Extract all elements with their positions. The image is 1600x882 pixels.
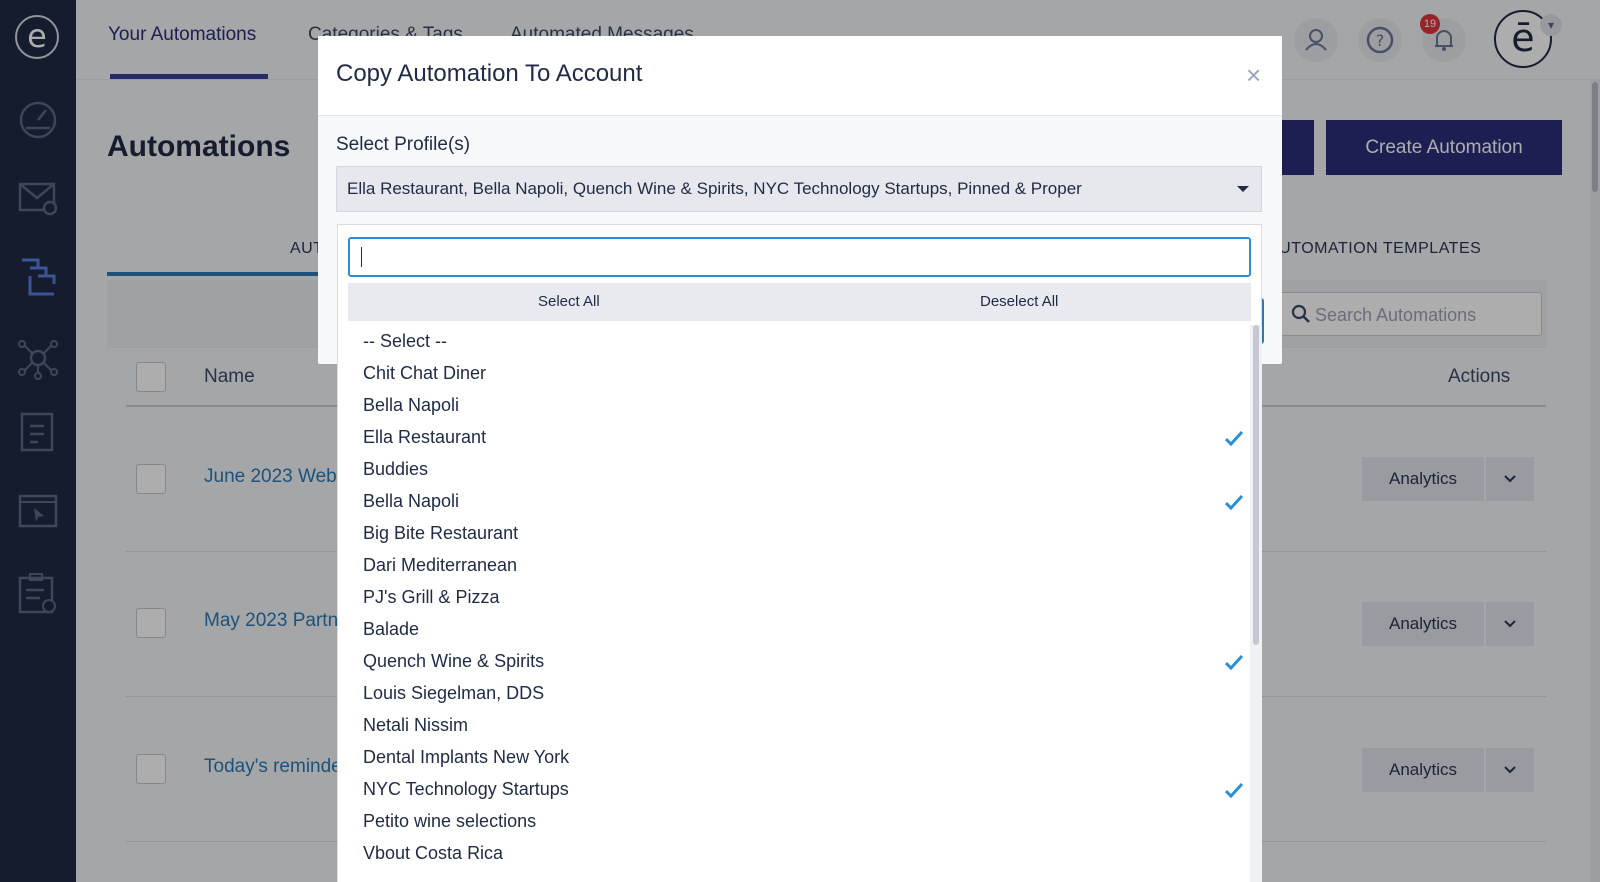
dropdown-option-label: Big Bite Restaurant [363,523,519,543]
close-icon[interactable]: × [1246,60,1261,91]
dropdown-option-label: Bella Napoli [363,395,460,415]
dropdown-option[interactable]: Bella Napoli [338,389,1250,421]
dropdown-actions-bar: Select All Deselect All [348,283,1251,321]
dropdown-option[interactable]: Dental Implants New York [338,741,1250,773]
dropdown-option-label: Dental Implants New York [363,747,570,767]
dropdown-option[interactable]: Big Bite Restaurant [338,517,1250,549]
text-cursor [361,247,362,267]
dropdown-option-label: Balade [363,619,420,639]
dropdown-option[interactable]: Buddies [338,453,1250,485]
dropdown-option[interactable]: -- Select -- [338,325,1250,357]
deselect-all-button[interactable]: Deselect All [980,293,1058,310]
dropdown-option-label: Louis Siegelman, DDS [363,683,545,703]
dropdown-option[interactable]: Ella Restaurant [338,421,1250,453]
checkmark-icon [1225,654,1243,670]
dropdown-option-label: Petito wine selections [363,811,537,831]
dropdown-option-label: Ella Restaurant [363,427,487,447]
modal-header: Copy Automation To Account × [318,36,1282,116]
dropdown-options-list: -- Select -- Chit Chat Diner Bella Napoli E… [338,325,1250,869]
dropdown-option[interactable]: Petito wine selections [338,805,1250,837]
checkmark-icon [1225,494,1243,510]
dropdown-option[interactable]: Louis Siegelman, DDS [338,677,1250,709]
dropdown-option[interactable]: Balade [338,613,1250,645]
select-all-button[interactable]: Select All [538,293,600,310]
dropdown-option-label: Bella Napoli [363,491,460,511]
dropdown-option-label: -- Select -- [363,331,448,351]
dropdown-option-label: Netali Nissim [363,715,469,735]
dropdown-option-label: Buddies [363,459,429,479]
dropdown-option[interactable]: NYC Technology Startups [338,773,1250,805]
dropdown-option[interactable]: Dari Mediterranean [338,549,1250,581]
dropdown-option-label: PJ's Grill & Pizza [363,587,500,607]
selected-profiles-text: Ella Restaurant, Bella Napoli, Quench Wi… [347,179,1082,198]
caret-down-icon [1237,186,1249,192]
dropdown-option[interactable]: Bella Napoli [338,485,1250,517]
dropdown-search-input[interactable] [348,237,1251,277]
dropdown-option[interactable]: PJ's Grill & Pizza [338,581,1250,613]
checkmark-icon [1225,430,1243,446]
select-profiles-label: Select Profile(s) [336,134,471,155]
dropdown-option[interactable]: Netali Nissim [338,709,1250,741]
checkmark-icon [1225,782,1243,798]
profiles-select[interactable]: Ella Restaurant, Bella Napoli, Quench Wi… [336,166,1262,212]
dropdown-option[interactable]: Vbout Costa Rica [338,837,1250,869]
dropdown-option-label: Vbout Costa Rica [363,843,504,863]
dropdown-option-label: Chit Chat Diner [363,363,487,383]
modal-title: Copy Automation To Account [336,60,643,87]
dropdown-option[interactable]: Chit Chat Diner [338,357,1250,389]
dropdown-option-label: Quench Wine & Spirits [363,651,545,671]
dropdown-option-label: NYC Technology Startups [363,779,569,799]
dropdown-scrollbar-thumb[interactable] [1253,325,1259,645]
dropdown-option-label: Dari Mediterranean [363,555,518,575]
dropdown-option[interactable]: Quench Wine & Spirits [338,645,1250,677]
profiles-dropdown: Select All Deselect All -- Select -- Chit… [337,224,1262,882]
